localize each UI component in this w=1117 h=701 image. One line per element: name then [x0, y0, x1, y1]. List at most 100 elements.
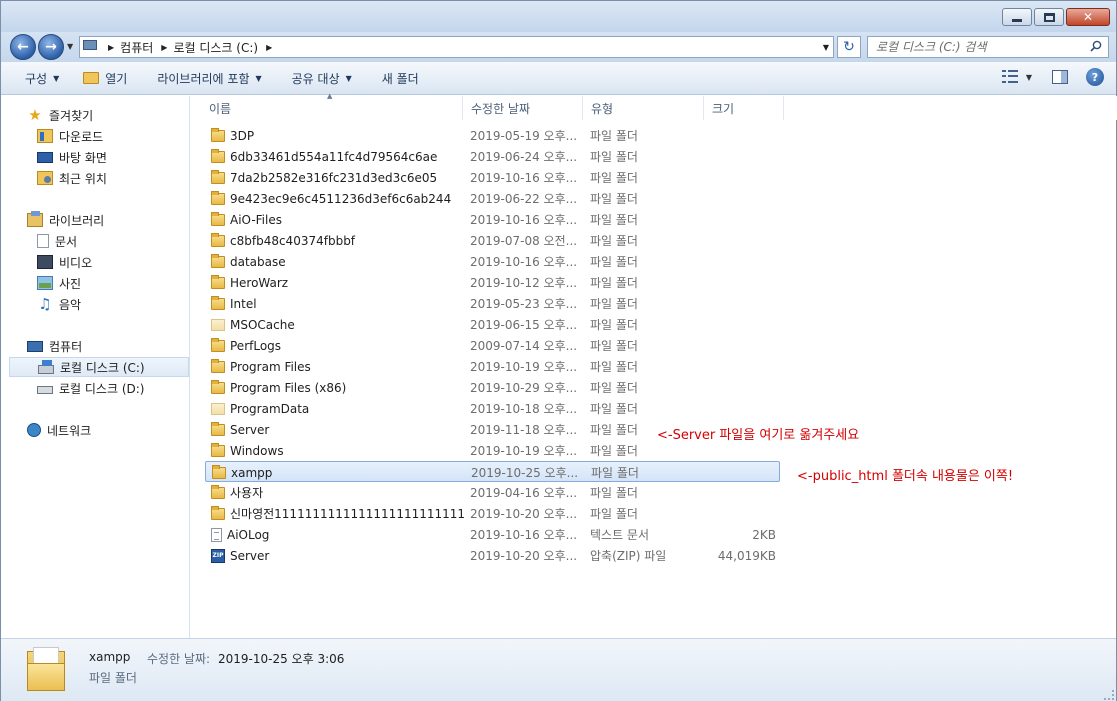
include-in-library-button[interactable]: 라이브러리에 포함 ▼ — [149, 67, 269, 89]
file-row[interactable]: MSOCache 2019-06-15 오후... 파일 폴더 — [205, 314, 780, 335]
file-name-cell: ProgramData — [211, 398, 309, 419]
folder-icon — [211, 358, 225, 373]
file-name: Server — [230, 548, 270, 563]
breadcrumb-chevron-icon[interactable]: ▶ — [108, 43, 114, 52]
folder-icon — [211, 379, 225, 394]
back-arrow-icon: ← — [17, 39, 29, 55]
share-with-button[interactable]: 공유 대상 ▼ — [284, 67, 360, 89]
file-name: HeroWarz — [230, 275, 289, 290]
chevron-down-icon[interactable]: ▼ — [1026, 73, 1032, 82]
search-box — [867, 36, 1109, 58]
recent-pages-dropdown[interactable]: ▼ — [67, 42, 73, 51]
file-name-cell: AiO-Files — [211, 209, 282, 230]
search-icon[interactable] — [1090, 40, 1102, 52]
address-bar[interactable]: ▶ 컴퓨터 ▶ 로컬 디스크 (C:) ▶ ▼ — [79, 36, 834, 58]
help-icon[interactable]: ? — [1086, 68, 1104, 86]
file-row[interactable]: AiO-Files 2019-10-16 오후... 파일 폴더 — [205, 209, 780, 230]
file-row[interactable]: 신마영전1111111111111111111111111 2019-10-20 … — [205, 503, 780, 524]
details-item-name: xampp — [89, 650, 131, 664]
nav-libraries[interactable]: 라이브러리 — [27, 210, 187, 230]
nav-documents[interactable]: 문서 — [37, 231, 187, 251]
file-row[interactable]: AiOLog 2019-10-16 오후... 텍스트 문서 2KB — [205, 524, 780, 545]
file-type: 텍스트 문서 — [590, 528, 650, 542]
folder-icon — [212, 464, 226, 479]
nav-drive-d[interactable]: 로컬 디스크 (D:) — [37, 378, 187, 398]
include-library-label: 라이브러리에 포함 — [157, 71, 250, 86]
refresh-button[interactable]: ↻ — [837, 36, 861, 58]
nav-videos[interactable]: 비디오 — [37, 252, 187, 272]
nav-computer[interactable]: 컴퓨터 — [27, 336, 187, 356]
folder-icon — [211, 295, 225, 310]
file-type: 파일 폴더 — [590, 234, 638, 248]
file-type: 파일 폴더 — [590, 486, 638, 500]
file-row[interactable]: 7da2b2582e316fc231d3ed3c6e05 2019-10-16 오… — [205, 167, 780, 188]
file-row[interactable]: 9e423ec9e6c4511236d3ef6c6ab244 2019-06-22… — [205, 188, 780, 209]
resize-grip-icon[interactable] — [1104, 690, 1114, 700]
details-pane: xampp 수정한 날짜: 2019-10-25 오후 3:06 파일 폴더 — [1, 638, 1116, 701]
file-row[interactable]: HeroWarz 2019-10-12 오후... 파일 폴더 — [205, 272, 780, 293]
nav-network[interactable]: 네트워크 — [27, 420, 187, 440]
nav-desktop[interactable]: 바탕 화면 — [37, 147, 187, 167]
close-icon: ✕ — [1082, 10, 1094, 24]
file-row[interactable]: xampp 2019-10-25 오후... 파일 폴더 — [205, 461, 780, 482]
column-header-type[interactable]: 유형 — [583, 96, 704, 120]
file-date: 2019-10-12 오후... — [470, 276, 578, 290]
organize-label: 구성 — [25, 71, 48, 86]
file-row[interactable]: Program Files (x86) 2019-10-29 오후... 파일 폴더 — [205, 377, 780, 398]
change-view-icon[interactable] — [1001, 70, 1018, 84]
back-button[interactable]: ← — [10, 34, 36, 60]
file-row[interactable]: ZIP Server 2019-10-20 오후... 압축(ZIP) 파일 44,01… — [205, 545, 780, 566]
organize-button[interactable]: 구성 ▼ — [17, 67, 67, 89]
file-row[interactable]: Windows 2019-10-19 오후... 파일 폴더 — [205, 440, 780, 461]
nav-music[interactable]: ♫ 음악 — [37, 294, 187, 314]
file-date: 2019-04-16 오후... — [470, 486, 578, 500]
chevron-down-icon: ▼ — [255, 73, 262, 83]
nav-drive-c[interactable]: 로컬 디스크 (C:) — [9, 357, 189, 377]
minimize-button[interactable] — [1002, 8, 1032, 26]
file-name: MSOCache — [230, 317, 295, 332]
file-row[interactable]: database 2019-10-16 오후... 파일 폴더 — [205, 251, 780, 272]
file-name: 사용자 — [230, 486, 264, 500]
file-row[interactable]: 3DP 2019-05-19 오후... 파일 폴더 — [205, 125, 780, 146]
file-row[interactable]: Intel 2019-05-23 오후... 파일 폴더 — [205, 293, 780, 314]
breadcrumb-chevron-icon[interactable]: ▶ — [266, 43, 272, 52]
file-name-cell: 9e423ec9e6c4511236d3ef6c6ab244 — [211, 188, 451, 209]
nav-downloads[interactable]: 다운로드 — [37, 126, 187, 146]
new-folder-button[interactable]: 새 폴더 — [374, 67, 427, 89]
file-type: 파일 폴더 — [590, 276, 638, 290]
column-header-size[interactable]: 크기 — [704, 96, 784, 120]
column-header-name[interactable]: 이름 — [201, 96, 463, 120]
column-header-label: 이름 — [209, 101, 232, 116]
file-row[interactable]: 6db33461d554a11fc4d79564c6ae 2019-06-24 오… — [205, 146, 780, 167]
forward-button[interactable]: → — [38, 34, 64, 60]
file-row[interactable]: 사용자 2019-04-16 오후... 파일 폴더 — [205, 482, 780, 503]
file-type: 파일 폴더 — [590, 255, 638, 269]
breadcrumb-drive-c[interactable]: 로컬 디스크 (C:) — [173, 39, 258, 56]
open-button[interactable]: 열기 — [75, 67, 135, 89]
nav-pictures[interactable]: 사진 — [37, 273, 187, 293]
file-date: 2019-10-29 오후... — [470, 381, 578, 395]
pictures-icon — [37, 276, 53, 290]
preview-pane-icon[interactable] — [1052, 70, 1068, 84]
nav-recent[interactable]: 최근 위치 — [37, 168, 187, 188]
close-button[interactable]: ✕ — [1066, 8, 1110, 26]
file-row[interactable]: PerfLogs 2009-07-14 오후... 파일 폴더 — [205, 335, 780, 356]
address-dropdown-icon[interactable]: ▼ — [823, 43, 829, 52]
maximize-button[interactable] — [1034, 8, 1064, 26]
file-name-cell: xampp — [212, 462, 272, 483]
file-name: PerfLogs — [230, 338, 282, 353]
breadcrumb-chevron-icon[interactable]: ▶ — [161, 43, 167, 52]
search-input[interactable] — [868, 37, 1078, 57]
column-header-label: 크기 — [712, 101, 735, 116]
file-row[interactable]: c8bfb48c40374fbbbf 2019-07-08 오전... 파일 폴더 — [205, 230, 780, 251]
file-type: 파일 폴더 — [590, 318, 638, 332]
file-date: 2019-06-24 오후... — [470, 150, 578, 164]
file-row[interactable]: ProgramData 2019-10-18 오후... 파일 폴더 — [205, 398, 780, 419]
column-header-modified[interactable]: 수정한 날짜 — [463, 96, 583, 120]
drive-icon — [37, 386, 53, 394]
breadcrumb-computer[interactable]: 컴퓨터 — [120, 39, 153, 56]
nav-favorites[interactable]: ★ 즐겨찾기 — [27, 105, 187, 125]
maximize-icon — [1043, 12, 1055, 22]
file-row[interactable]: Program Files 2019-10-19 오후... 파일 폴더 — [205, 356, 780, 377]
file-name: AiO-Files — [230, 212, 282, 227]
